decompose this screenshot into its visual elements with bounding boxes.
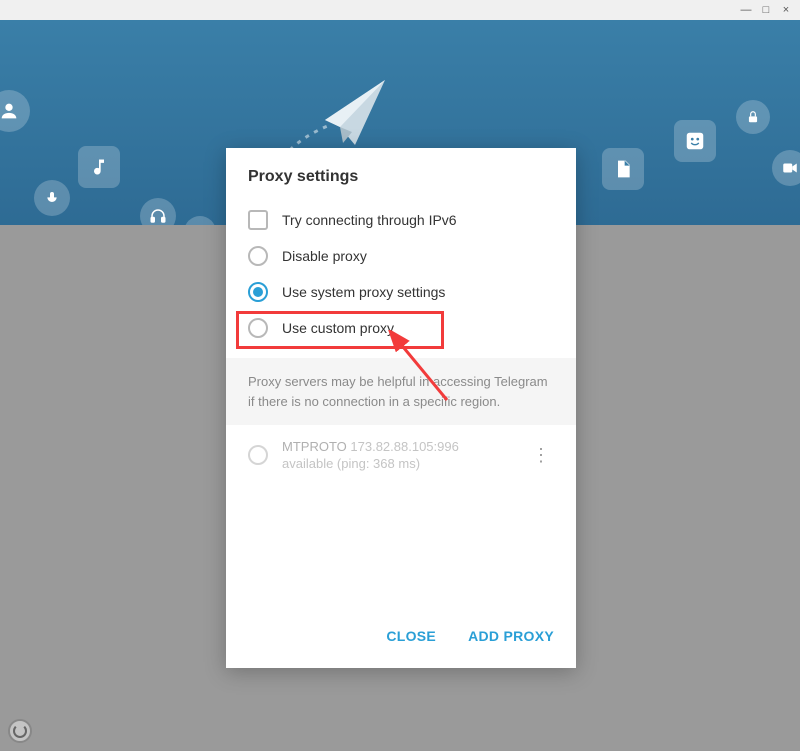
proxy-settings-dialog: Proxy settings Try connecting through IP… <box>226 148 576 668</box>
option-custom-proxy[interactable]: Use custom proxy <box>248 310 554 346</box>
dialog-title: Proxy settings <box>226 148 576 202</box>
radio-icon <box>248 282 268 302</box>
close-button[interactable]: CLOSE <box>382 622 440 650</box>
smile-sticker-icon <box>674 120 716 162</box>
mic-icon <box>34 180 70 216</box>
refresh-icon[interactable] <box>8 719 32 743</box>
proxy-status: available (ping: 368 ms) <box>282 456 514 471</box>
headphones-icon <box>140 198 176 225</box>
radio-icon <box>248 318 268 338</box>
option-label: Disable proxy <box>282 248 367 264</box>
camera-icon <box>184 216 216 225</box>
info-text: Proxy servers may be helpful in accessin… <box>226 358 576 425</box>
dialog-footer: CLOSE ADD PROXY <box>226 608 576 668</box>
document-icon <box>602 148 644 190</box>
radio-icon <box>248 445 268 465</box>
radio-icon <box>248 246 268 266</box>
close-window-button[interactable]: × <box>780 4 792 16</box>
proxy-protocol: MTPROTO <box>282 439 347 454</box>
proxy-address: 173.82.88.105:996 <box>350 439 458 454</box>
video-icon <box>772 150 800 186</box>
option-system-proxy[interactable]: Use system proxy settings <box>248 274 554 310</box>
person-icon <box>0 90 30 132</box>
option-ipv6[interactable]: Try connecting through IPv6 <box>248 202 554 238</box>
lock-icon <box>736 100 770 134</box>
proxy-info: MTPROTO 173.82.88.105:996 available (pin… <box>282 439 514 471</box>
proxy-options-list: Try connecting through IPv6 Disable prox… <box>226 202 576 346</box>
option-label: Use system proxy settings <box>282 284 445 300</box>
window-title-bar: — □ × <box>0 0 800 20</box>
minimize-button[interactable]: — <box>740 4 752 16</box>
option-label: Try connecting through IPv6 <box>282 212 457 228</box>
option-label: Use custom proxy <box>282 320 394 336</box>
add-proxy-button[interactable]: ADD PROXY <box>464 622 558 650</box>
more-options-icon[interactable]: ⋮ <box>528 441 554 470</box>
option-disable-proxy[interactable]: Disable proxy <box>248 238 554 274</box>
checkbox-icon <box>248 210 268 230</box>
proxy-list-item[interactable]: MTPROTO 173.82.88.105:996 available (pin… <box>226 425 576 485</box>
maximize-button[interactable]: □ <box>760 4 772 16</box>
music-note-icon <box>78 146 120 188</box>
